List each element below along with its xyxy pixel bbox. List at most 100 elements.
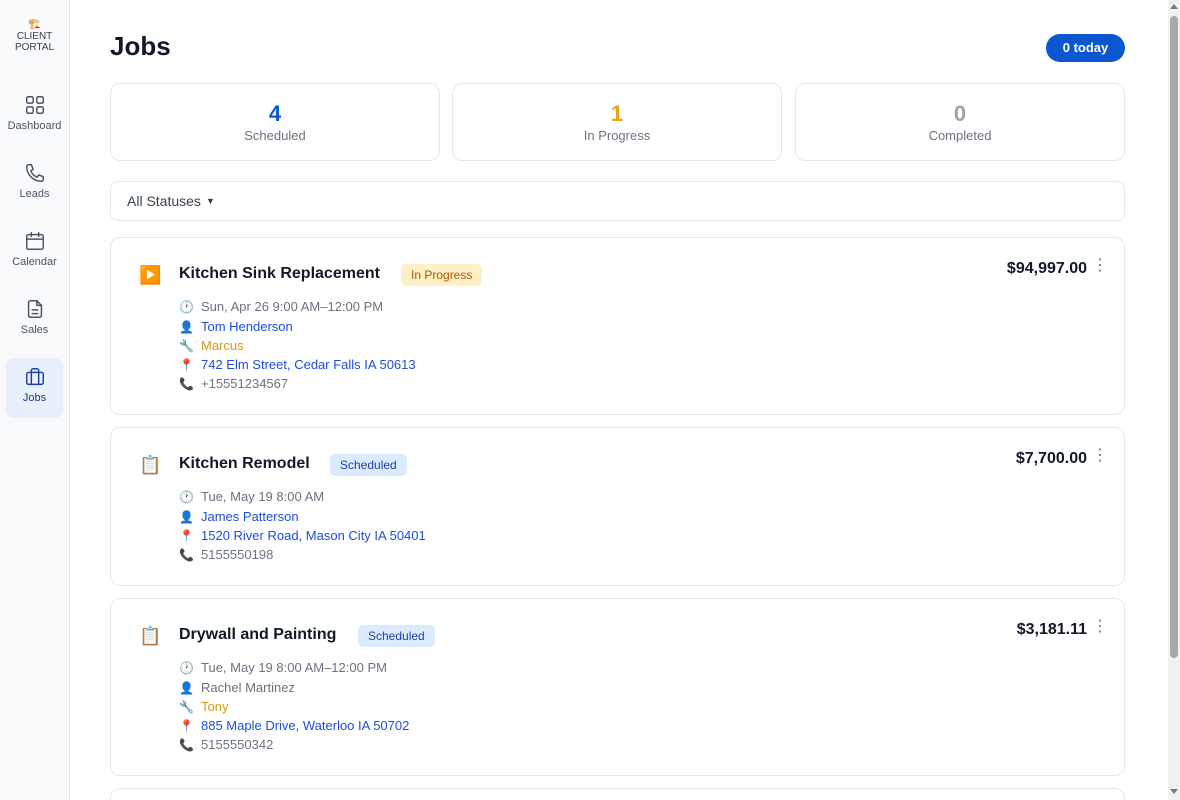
address-link[interactable]: 885 Maple Drive, Waterloo IA 50702	[201, 718, 409, 733]
sidebar-item-label: Sales	[20, 324, 49, 336]
job-price: $3,181.11	[1016, 621, 1087, 638]
crane-icon: 🏗️	[28, 19, 41, 30]
job-time: Tue, May 19 8:00 AM	[201, 489, 325, 504]
job-technician-row: 🔧 Tony	[179, 697, 228, 716]
stat-in-progress[interactable]: 1 In Progress	[452, 83, 782, 161]
job-card[interactable]: 📋 Drywall and Painting Scheduled $3,181.…	[110, 598, 1125, 776]
customer-link[interactable]: Tom Henderson	[201, 319, 293, 334]
job-address-row: 📍 1520 River Road, Mason City IA 50401	[179, 526, 426, 545]
today-badge[interactable]: 0 today	[1046, 34, 1125, 62]
status-filter-select[interactable]: All Statuses ▼	[110, 181, 1125, 221]
stat-label: Scheduled	[244, 128, 306, 143]
more-options-icon[interactable]: ⋮	[1092, 258, 1108, 276]
person-icon: 👤	[179, 681, 194, 695]
wrench-icon: 🔧	[179, 700, 194, 714]
stat-value: 1	[610, 101, 624, 126]
job-title[interactable]: Drywall and Painting	[179, 626, 336, 644]
clock-icon: 🕐	[179, 661, 194, 675]
wrench-icon: 🔧	[179, 339, 194, 353]
scroll-up-icon[interactable]	[1170, 4, 1178, 9]
job-customer-row: 👤 James Patterson	[179, 507, 299, 526]
brand-logo[interactable]: 🏗️ CLIENT PORTAL	[0, 19, 69, 54]
briefcase-icon	[25, 368, 44, 386]
clipboard-icon: 📋	[139, 455, 162, 475]
sidebar-item-label: Jobs	[22, 392, 47, 404]
phone-icon	[25, 164, 44, 182]
document-icon	[27, 300, 42, 318]
phone-number[interactable]: 5155550342	[201, 737, 273, 752]
sidebar-item-label: Leads	[19, 188, 50, 200]
address-link[interactable]: 1520 River Road, Mason City IA 50401	[201, 528, 426, 543]
job-card[interactable]	[110, 788, 1125, 800]
map-pin-icon: 📍	[179, 358, 194, 372]
job-price: $7,700.00	[1015, 450, 1087, 467]
job-time-row: 🕐 Tue, May 19 8:00 AM	[179, 487, 324, 506]
person-icon: 👤	[179, 320, 194, 334]
scroll-down-icon[interactable]	[1170, 789, 1178, 794]
person-icon: 👤	[179, 510, 194, 524]
stat-completed[interactable]: 0 Completed	[795, 83, 1125, 161]
job-customer-row: 👤 Tom Henderson	[179, 317, 293, 336]
stat-value: 0	[953, 101, 967, 126]
job-time: Sun, Apr 26 9:00 AM–12:00 PM	[201, 299, 384, 314]
status-filter-value: All Statuses	[127, 193, 201, 209]
job-phone-row: 📞 +15551234567	[179, 374, 288, 393]
job-phone-row: 📞 5155550342	[179, 735, 273, 754]
vertical-scrollbar[interactable]	[1168, 0, 1180, 800]
main-content: Jobs 0 today 4 Scheduled 1 In Progress 0…	[70, 0, 1168, 800]
customer-link[interactable]: James Patterson	[201, 509, 299, 524]
status-badge: In Progress	[401, 264, 483, 286]
sidebar-item-sales[interactable]: Sales	[6, 290, 63, 350]
technician-name: Tony	[201, 699, 229, 714]
job-title[interactable]: Kitchen Remodel	[179, 455, 310, 473]
grid-icon	[25, 96, 44, 114]
stat-value: 4	[268, 101, 282, 126]
status-badge: Scheduled	[358, 625, 435, 647]
caret-down-icon: ▼	[205, 196, 215, 206]
sidebar: 🏗️ CLIENT PORTAL Dashboard Leads Calenda…	[0, 0, 70, 800]
phone-icon: 📞	[179, 738, 194, 752]
more-options-icon[interactable]: ⋮	[1092, 619, 1108, 637]
job-title[interactable]: Kitchen Sink Replacement	[179, 265, 380, 283]
brand-line-1: CLIENT	[16, 31, 53, 42]
job-time-row: 🕐 Tue, May 19 8:00 AM–12:00 PM	[179, 658, 387, 677]
sidebar-item-jobs[interactable]: Jobs	[6, 358, 63, 418]
stat-label: In Progress	[583, 128, 651, 143]
stat-label: Completed	[928, 128, 992, 143]
job-address-row: 📍 742 Elm Street, Cedar Falls IA 50613	[179, 355, 416, 374]
phone-number[interactable]: 5155550198	[201, 547, 273, 562]
job-card[interactable]: ▶️ Kitchen Sink Replacement In Progress …	[110, 237, 1125, 415]
clock-icon: 🕐	[179, 300, 194, 314]
customer-name: Rachel Martinez	[201, 680, 295, 695]
job-customer-row: 👤 Rachel Martinez	[179, 678, 295, 697]
play-icon: ▶️	[139, 265, 162, 285]
map-pin-icon: 📍	[179, 529, 194, 543]
job-card[interactable]: 📋 Kitchen Remodel Scheduled $7,700.00 ⋮ …	[110, 427, 1125, 586]
map-pin-icon: 📍	[179, 719, 194, 733]
scrollbar-thumb[interactable]	[1170, 16, 1178, 658]
technician-name: Marcus	[201, 338, 244, 353]
job-technician-row: 🔧 Marcus	[179, 336, 244, 355]
brand-line-2: PORTAL	[14, 42, 55, 53]
job-time-row: 🕐 Sun, Apr 26 9:00 AM–12:00 PM	[179, 297, 383, 316]
stat-scheduled[interactable]: 4 Scheduled	[110, 83, 440, 161]
job-price: $94,997.00	[1006, 260, 1087, 277]
calendar-icon	[25, 232, 44, 250]
address-link[interactable]: 742 Elm Street, Cedar Falls IA 50613	[201, 357, 416, 372]
sidebar-item-leads[interactable]: Leads	[6, 154, 63, 214]
more-options-icon[interactable]: ⋮	[1092, 448, 1108, 466]
sidebar-item-label: Dashboard	[7, 120, 62, 132]
clipboard-icon: 📋	[139, 626, 162, 646]
clock-icon: 🕐	[179, 490, 194, 504]
phone-icon: 📞	[179, 548, 194, 562]
sidebar-item-label: Calendar	[12, 256, 57, 268]
sidebar-item-calendar[interactable]: Calendar	[6, 222, 63, 282]
job-address-row: 📍 885 Maple Drive, Waterloo IA 50702	[179, 716, 409, 735]
page-title: Jobs	[110, 31, 171, 61]
job-phone-row: 📞 5155550198	[179, 545, 273, 564]
sidebar-item-dashboard[interactable]: Dashboard	[6, 86, 63, 146]
phone-icon: 📞	[179, 377, 194, 391]
job-time: Tue, May 19 8:00 AM–12:00 PM	[201, 660, 387, 675]
status-badge: Scheduled	[330, 454, 407, 476]
phone-number[interactable]: +15551234567	[201, 376, 288, 391]
